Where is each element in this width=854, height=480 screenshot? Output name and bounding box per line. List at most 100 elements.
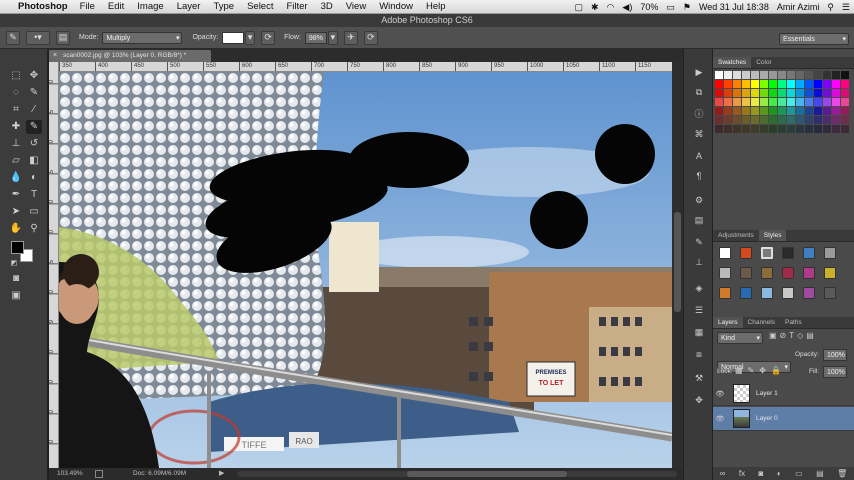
history-icon[interactable]: ⧉	[692, 85, 706, 99]
adjustment-layer-icon[interactable]: ◐	[777, 469, 782, 478]
character-icon[interactable]: A	[692, 149, 706, 163]
opacity-dropdown-icon[interactable]: ▾	[245, 30, 256, 45]
workspace-select[interactable]: Essentials	[779, 33, 849, 45]
measure-icon[interactable]: ▦	[692, 325, 706, 339]
style-swatch[interactable]	[761, 247, 773, 259]
swatch[interactable]	[787, 89, 795, 97]
brush-preset-icon[interactable]: ✎	[6, 30, 20, 45]
flow-dropdown-icon[interactable]: ▾	[327, 30, 338, 45]
gradient-tool-icon[interactable]: ◧	[26, 154, 42, 168]
styles-grid[interactable]	[719, 247, 849, 309]
swatch[interactable]	[805, 80, 813, 88]
layer-row[interactable]: 👁 Layer 1	[713, 382, 854, 406]
tool-presets-icon[interactable]: ✎	[692, 235, 706, 249]
swatch[interactable]	[769, 98, 777, 106]
swatch[interactable]	[760, 116, 768, 124]
scrollbar-thumb[interactable]	[674, 212, 681, 312]
swatch[interactable]	[751, 107, 759, 115]
document-tab[interactable]: × scan0002.jpg @ 103% (Layer 0, RGB/8*) …	[49, 50, 211, 62]
style-swatch[interactable]	[740, 287, 752, 299]
3d-icon[interactable]: ◈	[692, 281, 706, 295]
hand-tool-icon[interactable]: ✋	[8, 222, 24, 236]
swatch[interactable]	[805, 71, 813, 79]
swatch[interactable]	[805, 98, 813, 106]
swatch[interactable]	[814, 116, 822, 124]
screen-mode-icon[interactable]: ▣	[8, 289, 24, 303]
swatch[interactable]	[814, 125, 822, 133]
swatch[interactable]	[805, 89, 813, 97]
swatch[interactable]	[760, 71, 768, 79]
wifi-icon[interactable]: ◠	[607, 2, 615, 13]
bluetooth-icon[interactable]: ✱	[591, 2, 599, 13]
menu-file[interactable]: File	[80, 1, 95, 12]
style-swatch[interactable]	[740, 247, 752, 259]
swatch[interactable]	[796, 107, 804, 115]
style-swatch[interactable]	[719, 287, 731, 299]
volume-icon[interactable]: ◀)	[622, 2, 632, 13]
brush-tool-icon[interactable]: ✎	[26, 120, 42, 134]
swatch[interactable]	[715, 107, 723, 115]
move-tool-icon[interactable]: ✥	[26, 69, 42, 83]
swatch[interactable]	[796, 116, 804, 124]
tab-styles[interactable]: Styles	[758, 230, 787, 241]
layer-filter-icons[interactable]: ▣⊘T◇▤	[769, 331, 817, 340]
new-layer-icon[interactable]: ▤	[816, 469, 824, 478]
vertical-scrollbar[interactable]	[672, 62, 683, 468]
swatch[interactable]	[760, 89, 768, 97]
swatch[interactable]	[832, 98, 840, 106]
swatch[interactable]	[733, 80, 741, 88]
swatch[interactable]	[751, 125, 759, 133]
swatch[interactable]	[751, 89, 759, 97]
swatch[interactable]	[787, 98, 795, 106]
swatch[interactable]	[751, 71, 759, 79]
swatch[interactable]	[787, 80, 795, 88]
swatch[interactable]	[742, 125, 750, 133]
swatch[interactable]	[769, 116, 777, 124]
pen-tool-icon[interactable]: ✒	[8, 188, 24, 202]
style-swatch[interactable]	[740, 267, 752, 279]
eraser-tool-icon[interactable]: ▱	[8, 154, 24, 168]
brush-presets-icon[interactable]: ⌘	[692, 127, 706, 141]
swatch[interactable]	[724, 107, 732, 115]
swatch[interactable]	[841, 89, 849, 97]
swatch[interactable]	[778, 107, 786, 115]
layer-row-selected[interactable]: 👁 Layer 0	[713, 407, 854, 431]
swatch[interactable]	[841, 80, 849, 88]
shape-tool-icon[interactable]: ▭	[26, 205, 42, 219]
clock[interactable]: Wed 31 Jul 18:38	[699, 2, 769, 12]
style-swatch[interactable]	[782, 287, 794, 299]
swatch[interactable]	[760, 125, 768, 133]
swatch[interactable]	[796, 125, 804, 133]
swatch[interactable]	[841, 98, 849, 106]
app-menu[interactable]: Photoshop	[18, 1, 68, 12]
swatch[interactable]	[769, 71, 777, 79]
style-swatch[interactable]	[824, 287, 836, 299]
opacity-input[interactable]	[222, 31, 245, 44]
link-icon[interactable]: ∞	[720, 469, 726, 478]
lock-icons[interactable]: ▦✎✥🔒	[735, 366, 786, 375]
navigator-icon[interactable]: ✥	[692, 393, 706, 407]
mode-select[interactable]: Multiply	[102, 31, 183, 44]
status-arrow-icon[interactable]: ▶	[219, 468, 224, 480]
fx-icon[interactable]: fx	[739, 469, 745, 478]
dodge-tool-icon[interactable]: ◐	[26, 171, 42, 185]
swatch[interactable]	[841, 125, 849, 133]
menu-image[interactable]: Image	[137, 1, 163, 12]
search-icon[interactable]: ⚲	[827, 2, 834, 13]
properties-icon[interactable]: ⚙	[692, 193, 706, 207]
menu-3d[interactable]: 3D	[321, 1, 333, 12]
swatch[interactable]	[832, 80, 840, 88]
swatch[interactable]	[751, 98, 759, 106]
swatch[interactable]	[841, 116, 849, 124]
swatch[interactable]	[778, 80, 786, 88]
vertical-ruler[interactable]: 0 5 0 5 0 0 5 0 9 0 0 0 0	[49, 62, 59, 468]
swatch[interactable]	[778, 125, 786, 133]
style-swatch[interactable]	[719, 267, 731, 279]
swatch[interactable]	[742, 107, 750, 115]
swatch[interactable]	[769, 80, 777, 88]
style-swatch[interactable]	[761, 287, 773, 299]
swatch[interactable]	[823, 71, 831, 79]
horizontal-scrollbar[interactable]	[237, 471, 677, 477]
swatch[interactable]	[841, 71, 849, 79]
swatch-grid[interactable]	[715, 71, 852, 133]
